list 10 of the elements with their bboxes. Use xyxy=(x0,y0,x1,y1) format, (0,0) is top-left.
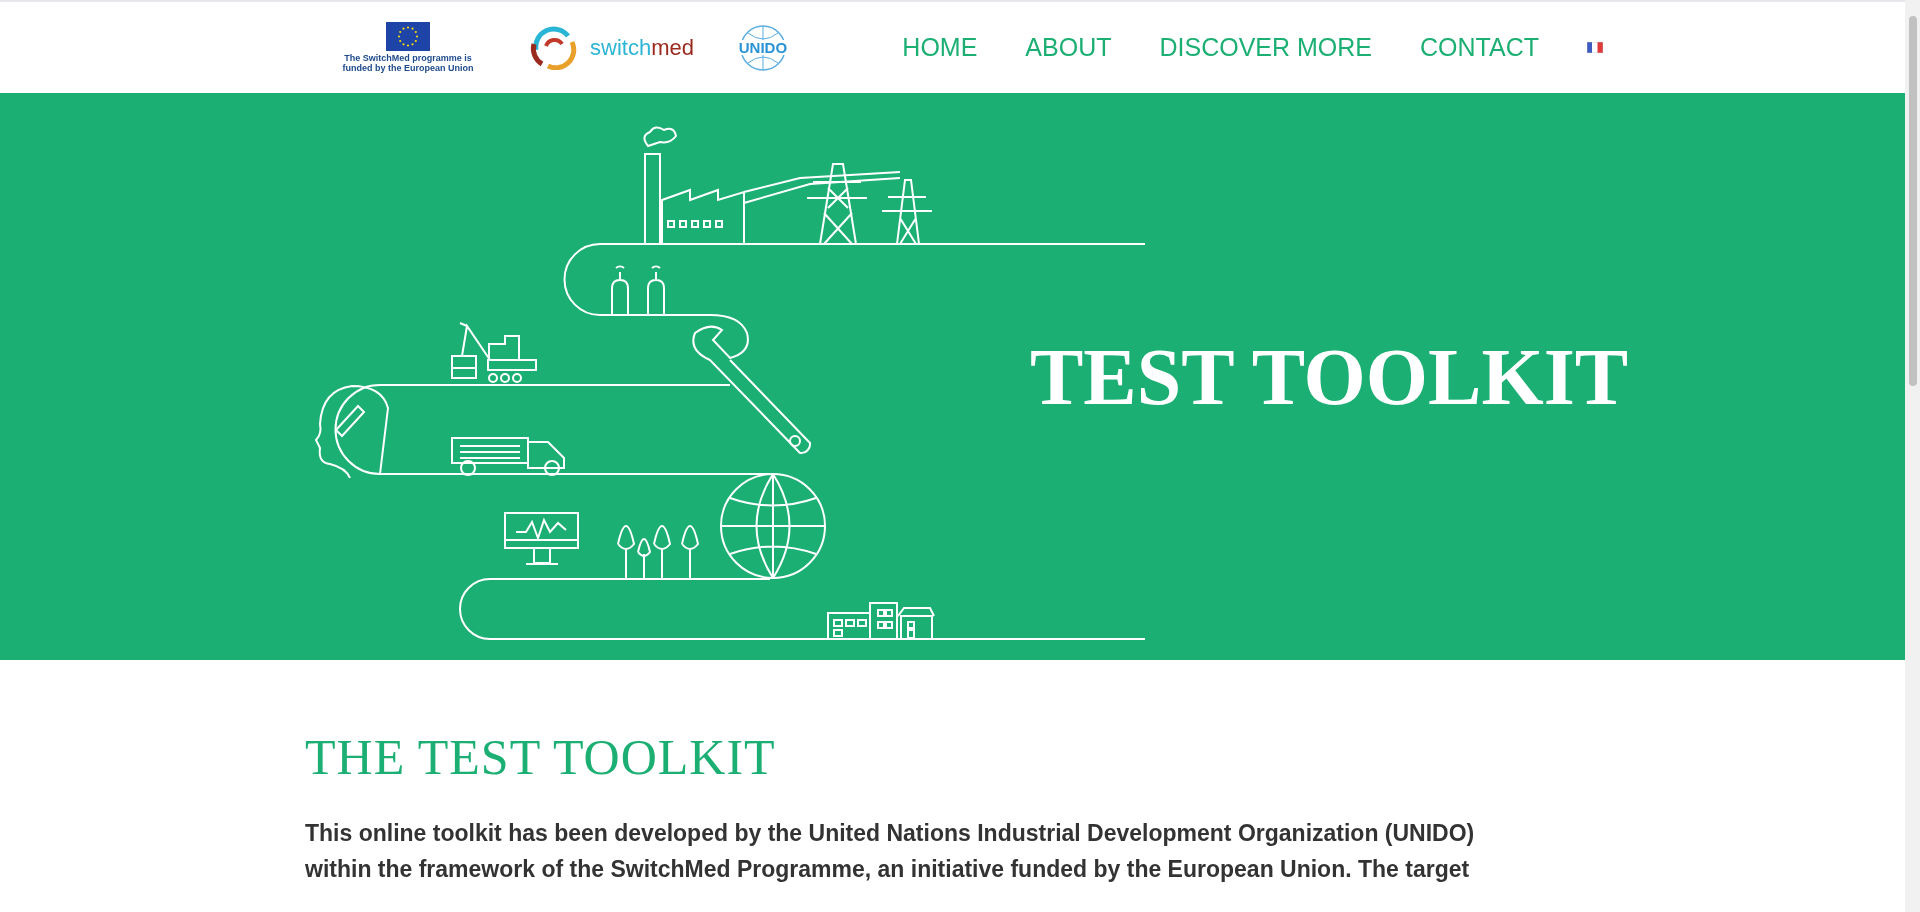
hero-title: TEST TOOLKIT xyxy=(1030,336,1629,417)
section-heading: THE TEST TOOLKIT xyxy=(305,732,777,782)
nav-link[interactable]: ABOUT xyxy=(1025,35,1112,60)
unido-logo-text: UNIDO xyxy=(737,40,789,55)
nav-link[interactable]: HOME xyxy=(902,35,978,60)
switchmed-logo-text: switchmed xyxy=(590,36,694,59)
intro-paragraph: This online toolkit has been developed by the United Nations Industrial Development Organization (UNIDO) within the framework of the SwitchMed Programme, an initiative funded by the European Union. The target xyxy=(305,819,1475,884)
nav-link[interactable]: DISCOVER MORE xyxy=(1159,35,1372,60)
nav-link[interactable]: CONTACT xyxy=(1420,35,1539,60)
eu-funding-caption: The SwitchMed programme is funded by the European Union xyxy=(342,53,474,73)
